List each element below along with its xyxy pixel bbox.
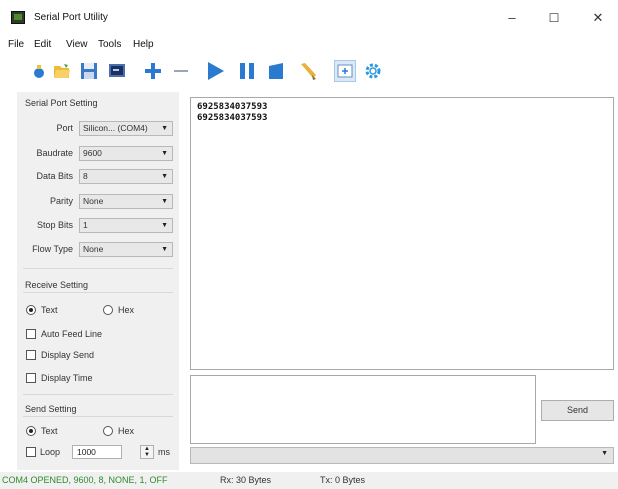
send-input[interactable] <box>190 375 536 444</box>
send-history-select[interactable]: ▼ <box>190 447 614 464</box>
pause-icon[interactable] <box>236 60 258 82</box>
receive-text: 6925834037593 6925834037593 <box>197 102 268 123</box>
rx-count: Rx: 30 Bytes <box>220 475 272 485</box>
port-status: COM4 OPENED, 9600, 8, NONE, 1, OFF <box>2 475 168 485</box>
settings-panel: Serial Port Setting Port Silicon... (COM… <box>17 92 179 470</box>
window-title: Serial Port Utility <box>34 12 108 23</box>
save-icon[interactable] <box>78 60 100 82</box>
send-hex-label: Hex <box>118 426 135 436</box>
menu-file[interactable]: File <box>8 39 24 50</box>
divider <box>23 268 173 269</box>
divider <box>23 394 173 395</box>
serial-setting-title: Serial Port Setting <box>25 98 98 108</box>
title-bar: Serial Port Utility – ☐ ✕ <box>0 0 618 36</box>
toolbar <box>0 54 618 90</box>
minimize-button[interactable]: – <box>492 6 532 30</box>
menu-help[interactable]: Help <box>133 39 154 50</box>
chevron-down-icon: ▼ <box>161 125 168 132</box>
divider <box>23 292 173 293</box>
window-icon[interactable] <box>334 60 356 82</box>
port-label: Port <box>56 123 73 133</box>
flow-type-label: Flow Type <box>32 244 73 254</box>
baudrate-select[interactable]: 9600 ▼ <box>79 146 173 161</box>
send-text-radio[interactable] <box>26 426 36 436</box>
maximize-button[interactable]: ☐ <box>534 6 574 30</box>
start-icon[interactable] <box>204 60 226 82</box>
receive-hex-radio[interactable] <box>103 305 113 315</box>
chevron-down-icon: ▼ <box>161 150 168 157</box>
clear-icon[interactable] <box>28 60 50 82</box>
settings-icon[interactable] <box>362 60 384 82</box>
menu-edit[interactable]: Edit <box>34 39 51 50</box>
tx-count: Tx: 0 Bytes <box>320 475 366 485</box>
loop-label: Loop <box>40 447 61 457</box>
port-select[interactable]: Silicon... (COM4) ▼ <box>79 121 173 136</box>
stop-icon[interactable] <box>266 60 288 82</box>
menu-tools[interactable]: Tools <box>98 39 121 50</box>
receive-text-radio[interactable] <box>26 305 36 315</box>
remove-icon[interactable] <box>170 60 192 82</box>
send-text-label: Text <box>41 426 58 436</box>
status-bar: COM4 OPENED, 9600, 8, NONE, 1, OFF Rx: 3… <box>0 472 618 489</box>
chevron-down-icon: ▼ <box>161 222 168 229</box>
loop-checkbox[interactable] <box>26 447 36 457</box>
chevron-down-icon: ▼ <box>161 173 168 180</box>
app-icon <box>11 11 25 24</box>
send-button[interactable]: Send <box>541 400 614 421</box>
send-setting-title: Send Setting <box>25 404 77 414</box>
stop-bits-select[interactable]: 1 ▼ <box>79 218 173 233</box>
chevron-down-icon: ▼ <box>161 246 168 253</box>
receive-area[interactable]: 6925834037593 6925834037593 <box>190 97 614 370</box>
baudrate-label: Baudrate <box>36 148 73 158</box>
parity-select[interactable]: None ▼ <box>79 194 173 209</box>
menu-view[interactable]: View <box>66 39 88 50</box>
send-hex-radio[interactable] <box>103 426 113 436</box>
auto-feed-line-checkbox[interactable] <box>26 329 36 339</box>
add-icon[interactable] <box>142 60 164 82</box>
display-time-label: Display Time <box>41 373 93 383</box>
flow-type-select[interactable]: None ▼ <box>79 242 173 257</box>
loop-stepper[interactable]: ▲ ▼ <box>140 445 154 459</box>
receive-text-label: Text <box>41 305 58 315</box>
close-button[interactable]: ✕ <box>578 6 618 30</box>
receive-hex-label: Hex <box>118 305 135 315</box>
data-bits-select[interactable]: 8 ▼ <box>79 169 173 184</box>
loop-interval-input[interactable]: 1000 <box>72 445 122 459</box>
open-icon[interactable] <box>50 60 72 82</box>
parity-label: Parity <box>49 196 73 206</box>
display-send-label: Display Send <box>41 350 95 360</box>
brush-icon[interactable] <box>298 60 320 82</box>
receive-setting-title: Receive Setting <box>25 280 89 290</box>
auto-feed-line-label: Auto Feed Line <box>41 329 103 339</box>
display-time-checkbox[interactable] <box>26 373 36 383</box>
menu-bar: File Edit View Tools Help <box>0 36 618 54</box>
divider <box>23 416 173 417</box>
data-bits-label: Data Bits <box>36 171 73 181</box>
display-send-checkbox[interactable] <box>26 350 36 360</box>
loop-unit-label: ms <box>158 447 170 457</box>
chevron-down-icon: ▼ <box>161 198 168 205</box>
terminal-icon[interactable] <box>106 60 128 82</box>
chevron-down-icon: ▼ <box>601 450 608 457</box>
stop-bits-label: Stop Bits <box>36 220 73 230</box>
